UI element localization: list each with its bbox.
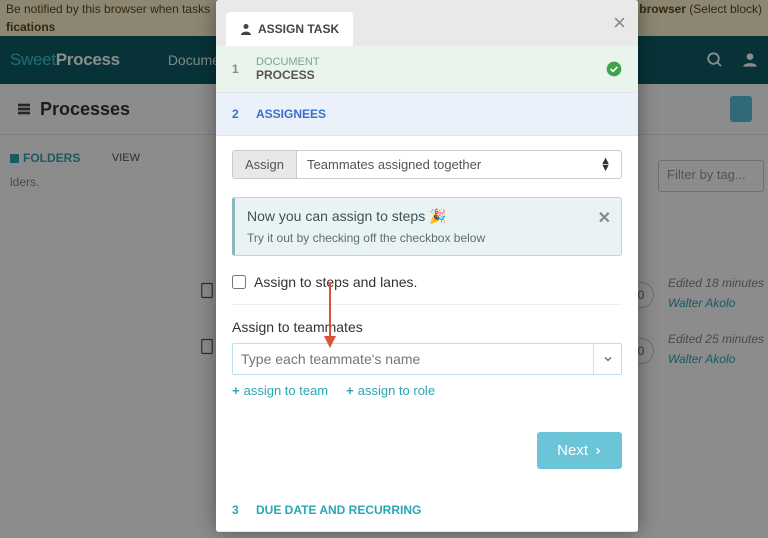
teammate-combobox[interactable] [232,343,622,375]
info-title: Now you can assign to steps 🎉 [247,208,609,225]
assign-mode-select[interactable]: Teammates assigned together ▲▼ [297,150,622,179]
close-button[interactable]: × [613,10,626,36]
step-small-label: DOCUMENT [256,56,320,68]
step-label: ASSIGNEES [256,107,326,121]
step-label: DUE DATE AND RECURRING [256,503,421,517]
modal-body: Assign Teammates assigned together ▲▼ No… [216,136,638,489]
next-label: Next [557,442,588,459]
info-subtitle: Try it out by checking off the checkbox … [247,231,609,245]
info-callout: Now you can assign to steps 🎉 Try it out… [232,197,622,256]
assign-steps-checkbox-row[interactable]: Assign to steps and lanes. [232,274,622,290]
assign-to-role-label: assign to role [358,383,435,398]
modal-tab-assign[interactable]: ASSIGN TASK [226,12,353,46]
step-document[interactable]: 1 DOCUMENT PROCESS [216,46,638,93]
assign-label: Assign [232,150,297,179]
sort-icon: ▲▼ [600,158,611,172]
step-number: 3 [232,503,248,517]
check-circle-icon [606,61,622,77]
step-assignees[interactable]: 2 ASSIGNEES [216,93,638,136]
step-label: PROCESS [256,68,320,82]
step-due-date[interactable]: 3 DUE DATE AND RECURRING [216,489,638,532]
plus-icon: + [346,383,354,398]
step-number: 1 [232,62,248,76]
next-button[interactable]: Next [537,432,622,469]
chevron-down-icon[interactable] [593,344,621,374]
checkbox-label: Assign to steps and lanes. [254,274,417,290]
assign-to-team-label: assign to team [244,383,329,398]
divider [232,304,622,305]
modal-header: ASSIGN TASK × [216,0,638,46]
assign-to-teammates-label: Assign to teammates [232,319,622,335]
step-number: 2 [232,107,248,121]
assign-mode-value: Teammates assigned together [307,157,481,172]
teammate-input[interactable] [233,344,593,374]
user-icon [240,23,252,35]
assign-task-modal: ASSIGN TASK × 1 DOCUMENT PROCESS 2 ASSIG… [216,0,638,532]
plus-icon: + [232,383,240,398]
dismiss-info-button[interactable]: ✕ [598,208,611,228]
assign-to-role-link[interactable]: + assign to role [346,383,435,398]
modal-tab-label: ASSIGN TASK [258,22,339,36]
chevron-right-icon [594,445,602,457]
assign-steps-checkbox[interactable] [232,275,246,289]
assign-to-team-link[interactable]: + assign to team [232,383,328,398]
